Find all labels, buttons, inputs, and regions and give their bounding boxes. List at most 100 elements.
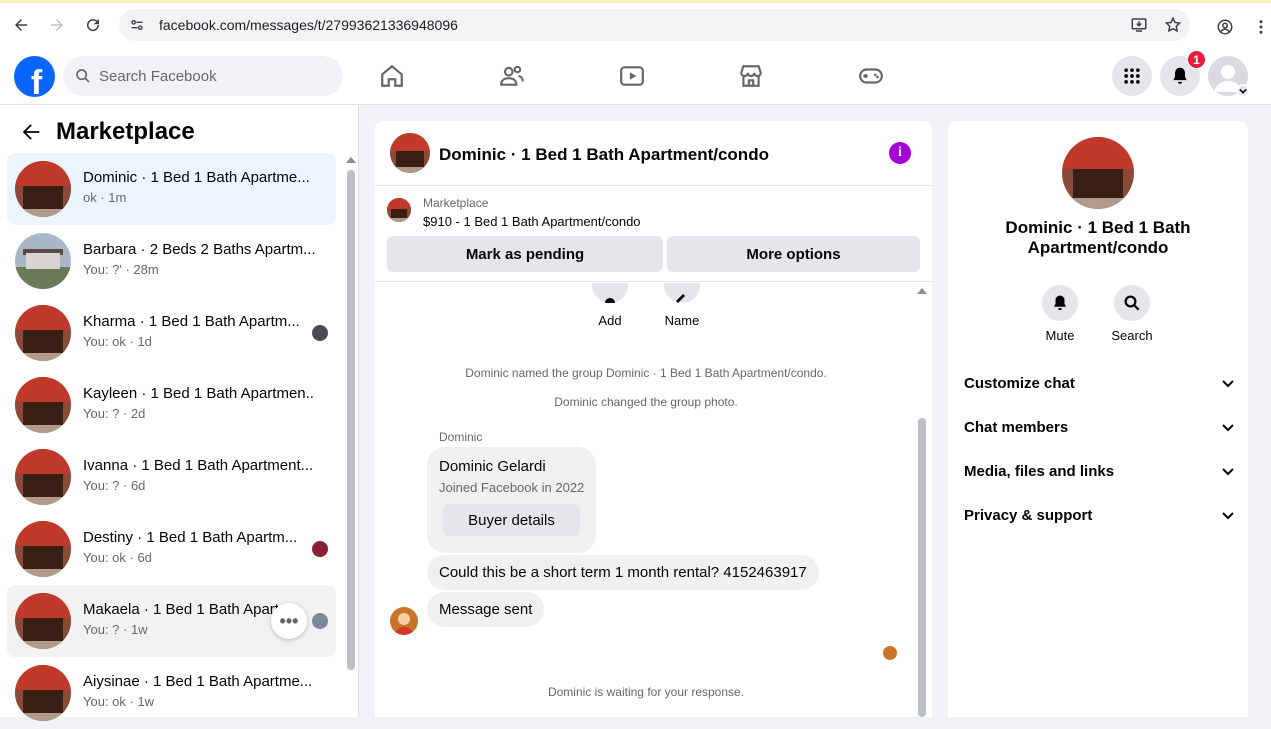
conversation-name: Ivanna · 1 Bed 1 Bath Apartment... — [83, 457, 314, 474]
message-bubble[interactable]: Could this be a short term 1 month renta… — [427, 555, 819, 590]
mute-label: Mute — [1045, 328, 1075, 343]
sender-avatar[interactable] — [390, 607, 418, 635]
conversation-item[interactable]: Barbara · 2 Beds 2 Baths Apartm... You: … — [7, 225, 336, 297]
listing-title[interactable]: $910 - 1 Bed 1 Bath Apartment/condo — [423, 214, 641, 229]
back-icon[interactable] — [3, 7, 39, 43]
scroll-up-arrow[interactable] — [917, 288, 927, 294]
listing-thumbnail[interactable] — [387, 198, 411, 222]
marketplace-icon[interactable] — [737, 62, 765, 90]
conversation-avatar — [15, 665, 71, 721]
chevron-down-icon — [1236, 84, 1250, 98]
chat-avatar-large[interactable] — [1062, 137, 1134, 209]
seen-avatar — [312, 325, 328, 341]
grid-icon — [1124, 68, 1140, 84]
conversation-avatar — [15, 521, 71, 577]
name-group-action[interactable]: Name — [647, 283, 717, 328]
notifications-button[interactable]: 1 — [1160, 50, 1206, 96]
conversation-item[interactable]: Ivanna · 1 Bed 1 Bath Apartment... You: … — [7, 441, 336, 513]
conversation-avatar — [15, 377, 71, 433]
facebook-logo[interactable]: f — [14, 56, 55, 97]
mark-as-pending-button[interactable]: Mark as pending — [387, 236, 663, 272]
message-thread: Add Name Dominic named the group Dominic… — [375, 283, 932, 717]
privacy-support-row[interactable]: Privacy & support — [964, 503, 1234, 527]
search-input[interactable] — [99, 67, 319, 85]
home-icon[interactable] — [378, 62, 406, 90]
conversation-item[interactable]: Dominic · 1 Bed 1 Bath Apartme... ok · 1… — [7, 153, 336, 225]
chat-members-row[interactable]: Chat members — [964, 415, 1234, 439]
conversation-item[interactable]: Kharma · 1 Bed 1 Bath Apartm... You: ok … — [7, 297, 336, 369]
conversation-avatar — [15, 161, 71, 217]
browser-menu-icon[interactable] — [1251, 9, 1271, 45]
conversation-preview: You: ok · 6d — [83, 550, 152, 565]
customize-chat-row[interactable]: Customize chat — [964, 371, 1234, 395]
watch-icon[interactable] — [618, 62, 646, 90]
conversation-name: Kharma · 1 Bed 1 Bath Apartm... — [83, 313, 300, 330]
buyer-joined: Joined Facebook in 2022 — [439, 480, 585, 495]
install-app-icon[interactable] — [1130, 16, 1148, 34]
conversation-avatar — [15, 233, 71, 289]
conversation-preview: You: ? · 6d — [83, 478, 146, 493]
system-message: Dominic changed the group photo. — [554, 395, 738, 409]
scrollbar[interactable] — [347, 170, 355, 670]
seen-avatar — [312, 613, 328, 629]
search-bar[interactable] — [63, 56, 343, 96]
message-text: Could this be a short term 1 month renta… — [439, 564, 807, 581]
chat-avatar[interactable] — [390, 133, 430, 173]
conversation-item[interactable]: Kayleen · 1 Bed 1 Bath Apartmen... You: … — [7, 369, 336, 441]
waiting-message: Dominic is waiting for your response. — [547, 685, 745, 699]
search-label: Search — [1111, 328, 1153, 343]
conversation-name: Makaela · 1 Bed 1 Bath Apart — [83, 601, 278, 618]
scroll-up-arrow[interactable] — [346, 157, 356, 163]
account-avatar[interactable] — [1208, 56, 1250, 98]
conversation-item[interactable]: Aiysinae · 1 Bed 1 Bath Apartme... You: … — [7, 657, 336, 729]
conversation-name: Destiny · 1 Bed 1 Bath Apartm... — [83, 529, 298, 546]
seen-avatar — [312, 541, 328, 557]
browser-toolbar: facebook.com/messages/t/2799362133694809… — [0, 0, 1271, 48]
mute-action[interactable]: Mute — [1030, 285, 1090, 343]
conversation-preview: You: ?' · 28m — [83, 262, 159, 277]
add-label: Add — [598, 313, 622, 328]
search-action[interactable]: Search — [1102, 285, 1162, 343]
chat-details-panel: Dominic · 1 Bed 1 Bath Apartment/condo M… — [948, 121, 1248, 717]
bell-icon — [1173, 67, 1187, 84]
conversation-item[interactable]: Makaela · 1 Bed 1 Bath Apart You: ? · 1w… — [7, 585, 336, 657]
row-label: Chat members — [964, 418, 1069, 436]
conversation-preview: You: ? · 1w — [83, 622, 148, 637]
pencil-icon — [676, 294, 685, 303]
menu-grid-button[interactable] — [1112, 56, 1152, 96]
info-icon[interactable]: i — [889, 142, 911, 164]
message-bubble[interactable]: Message sent — [427, 592, 545, 627]
address-bar[interactable]: facebook.com/messages/t/2799362133694809… — [119, 9, 1190, 41]
conversation-name: Barbara · 2 Beds 2 Baths Apartm... — [83, 241, 315, 258]
reload-icon[interactable] — [75, 7, 111, 43]
buyer-profile-card: Dominic Gelardi Joined Facebook in 2022 … — [427, 447, 596, 553]
conversation-list-panel: Marketplace Dominic · 1 Bed 1 Bath Apart… — [0, 105, 359, 721]
chevron-down-icon — [1222, 468, 1234, 476]
chat-title[interactable]: Dominic · 1 Bed 1 Bath Apartment/condo — [439, 145, 769, 165]
notification-badge: 1 — [1187, 50, 1206, 69]
add-member-action[interactable]: Add — [575, 283, 645, 328]
url-text[interactable]: facebook.com/messages/t/2799362133694809… — [159, 17, 458, 33]
bookmark-star-icon[interactable] — [1164, 16, 1182, 34]
conversation-avatar — [15, 305, 71, 361]
forward-icon[interactable] — [39, 7, 75, 43]
conversation-item[interactable]: Destiny · 1 Bed 1 Bath Apartm... You: ok… — [7, 513, 336, 585]
read-receipt-avatar — [883, 646, 897, 660]
scrollbar[interactable] — [918, 418, 926, 717]
more-options-button[interactable]: More options — [667, 236, 920, 272]
gaming-icon[interactable] — [857, 62, 885, 90]
conversation-name: Dominic · 1 Bed 1 Bath Apartme... — [83, 169, 310, 186]
conversation-preview: You: ok · 1w — [83, 694, 155, 709]
media-files-links-row[interactable]: Media, files and links — [964, 459, 1234, 483]
back-arrow-icon[interactable] — [20, 121, 42, 143]
conversation-preview: ok · 1m — [83, 190, 127, 205]
panel-title: Marketplace — [56, 118, 195, 145]
friends-icon[interactable] — [498, 62, 526, 90]
chat-header: Dominic · 1 Bed 1 Bath Apartment/condo i — [375, 121, 932, 186]
profile-icon[interactable] — [1207, 9, 1243, 45]
row-label: Customize chat — [964, 374, 1075, 392]
search-icon — [1124, 295, 1140, 311]
more-options-icon[interactable]: ••• — [271, 603, 307, 639]
site-info-icon[interactable] — [129, 17, 145, 33]
buyer-details-button[interactable]: Buyer details — [443, 504, 580, 536]
